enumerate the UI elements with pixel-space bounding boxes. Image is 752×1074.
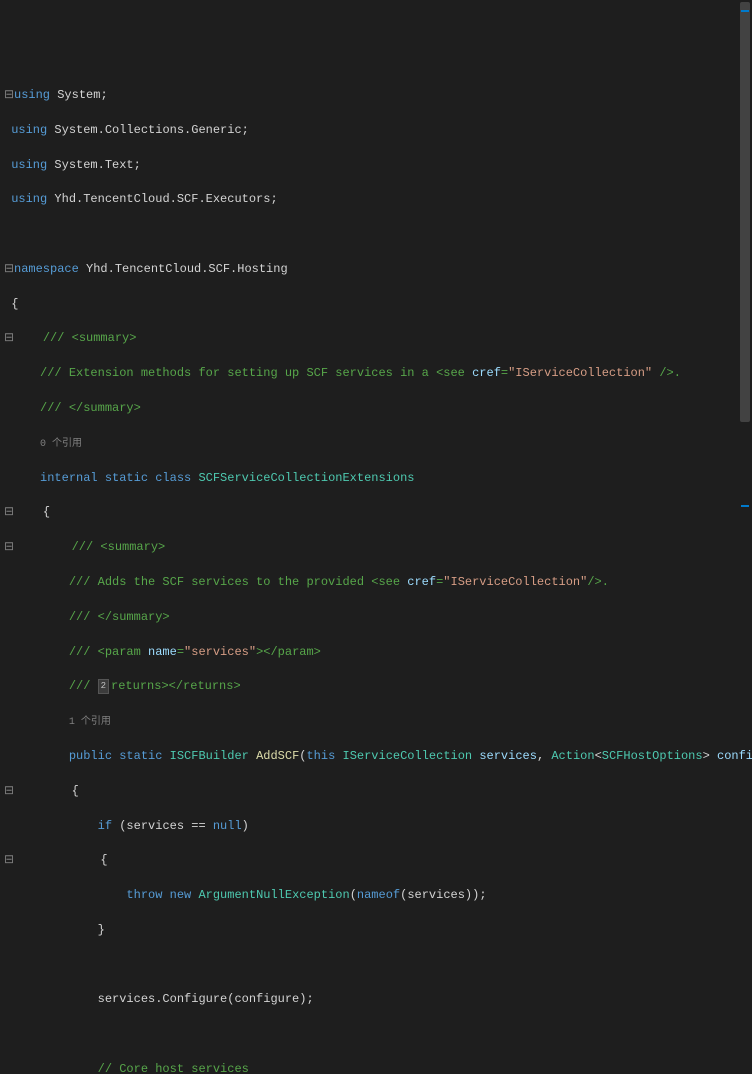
- scrollbar-mark: [741, 505, 749, 507]
- namespace-keyword: namespace: [14, 262, 79, 276]
- xml-doc: /// </summary>: [40, 401, 141, 415]
- xml-doc: /// <param name="services"></param>: [69, 645, 321, 659]
- method-name: AddSCF: [256, 749, 299, 763]
- xml-doc: /// <summary>: [43, 331, 137, 345]
- vertical-scrollbar[interactable]: [738, 0, 752, 537]
- comment: // Core host services: [98, 1062, 249, 1074]
- scrollbar-thumb[interactable]: [740, 2, 750, 422]
- using-ns: System.Collections.Generic: [54, 123, 241, 137]
- using-ns: System: [57, 88, 100, 102]
- fold-marker[interactable]: ⊟: [4, 87, 14, 104]
- codelens-references[interactable]: 1 个引用: [69, 717, 111, 728]
- xml-doc: /// </summary>: [69, 610, 170, 624]
- class-name: SCFServiceCollectionExtensions: [198, 471, 414, 485]
- method-modifiers: public static: [69, 749, 163, 763]
- fold-marker[interactable]: ⊟: [4, 852, 14, 869]
- return-type: ISCFBuilder: [170, 749, 249, 763]
- code-editor[interactable]: ⊟using System; using System.Collections.…: [0, 70, 752, 1074]
- codelens-references[interactable]: 0 个引用: [40, 439, 82, 450]
- fold-marker[interactable]: ⊟: [4, 330, 14, 347]
- using-ns: System.Text: [54, 158, 133, 172]
- collapsed-badge[interactable]: 2: [98, 679, 109, 694]
- fold-marker[interactable]: ⊟: [4, 504, 14, 521]
- scrollbar-mark: [741, 10, 749, 12]
- code-line: services.Configure(configure);: [98, 992, 314, 1006]
- using-ns: Yhd.TencentCloud.SCF.Executors: [54, 192, 270, 206]
- fold-marker[interactable]: ⊟: [4, 261, 14, 278]
- fold-marker[interactable]: ⊟: [4, 783, 14, 800]
- class-modifiers: internal static class: [40, 471, 191, 485]
- xml-doc: /// 2returns></returns>: [69, 679, 241, 693]
- xml-doc: /// <summary>: [72, 540, 166, 554]
- fold-marker[interactable]: ⊟: [4, 539, 14, 556]
- xml-doc: /// Extension methods for setting up SCF…: [40, 366, 681, 380]
- namespace-name: Yhd.TencentCloud.SCF.Hosting: [86, 262, 288, 276]
- xml-doc: /// Adds the SCF services to the provide…: [69, 575, 609, 589]
